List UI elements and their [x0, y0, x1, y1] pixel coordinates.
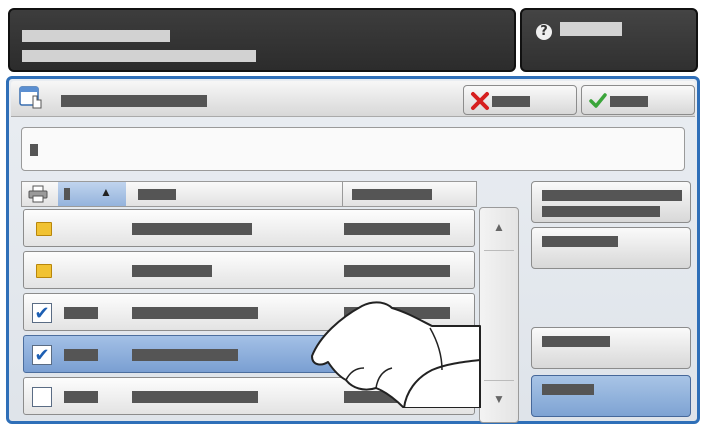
row-type	[64, 391, 98, 403]
scrollbar[interactable]: ▲ ▼	[479, 207, 519, 423]
side-button-3-label	[542, 336, 610, 347]
row-name	[132, 391, 258, 403]
side-button-3[interactable]	[531, 327, 691, 369]
folder-icon	[36, 264, 52, 278]
message-line-1	[22, 30, 170, 42]
row-type	[64, 349, 98, 361]
cancel-x-icon	[471, 92, 489, 110]
ok-button[interactable]	[581, 85, 695, 115]
row-type	[64, 307, 98, 319]
list-row-1[interactable]	[23, 209, 475, 247]
side-button-1[interactable]	[531, 181, 691, 223]
document-touch-icon	[19, 86, 42, 109]
side-button-2[interactable]	[531, 227, 691, 269]
row-name	[132, 223, 252, 235]
side-button-4-label	[542, 384, 594, 395]
checkbox-icon[interactable]	[32, 387, 52, 407]
message-area	[8, 8, 516, 72]
side-button-4[interactable]	[531, 375, 691, 417]
printer-icon[interactable]	[28, 185, 48, 203]
cancel-label	[492, 96, 530, 107]
side-button-1-label-2	[542, 206, 660, 217]
path-value	[30, 144, 38, 156]
hand-pointer-icon	[311, 301, 481, 408]
scroll-up-icon[interactable]: ▲	[480, 220, 518, 234]
list-header: ▲	[21, 181, 477, 207]
column-header-date[interactable]	[352, 189, 432, 200]
checkbox-icon[interactable]: ✔	[32, 345, 52, 366]
sort-up-icon: ▲	[100, 185, 112, 199]
column-header-name[interactable]	[138, 189, 176, 200]
path-input[interactable]	[21, 127, 685, 171]
ok-check-icon	[589, 93, 607, 108]
scroll-down-icon[interactable]: ▼	[480, 392, 518, 406]
title-bar	[11, 81, 695, 117]
checkbox-icon[interactable]: ✔	[32, 303, 52, 324]
ok-label	[610, 96, 648, 107]
help-label	[560, 22, 622, 36]
message-line-2	[22, 50, 256, 62]
side-button-1-label	[542, 190, 682, 201]
row-name	[132, 307, 258, 319]
panel-title	[61, 95, 207, 107]
sort-column-header[interactable]: ▲	[58, 182, 126, 206]
help-button[interactable]: ?	[520, 8, 698, 72]
folder-icon	[36, 222, 52, 236]
row-name	[132, 265, 212, 277]
list-row-2[interactable]	[23, 251, 475, 289]
row-name	[132, 349, 238, 361]
row-date	[344, 265, 450, 277]
side-button-2-label	[542, 236, 618, 247]
help-icon: ?	[536, 24, 552, 40]
cancel-button[interactable]	[463, 85, 577, 115]
sort-label	[64, 188, 70, 200]
row-date	[344, 223, 450, 235]
